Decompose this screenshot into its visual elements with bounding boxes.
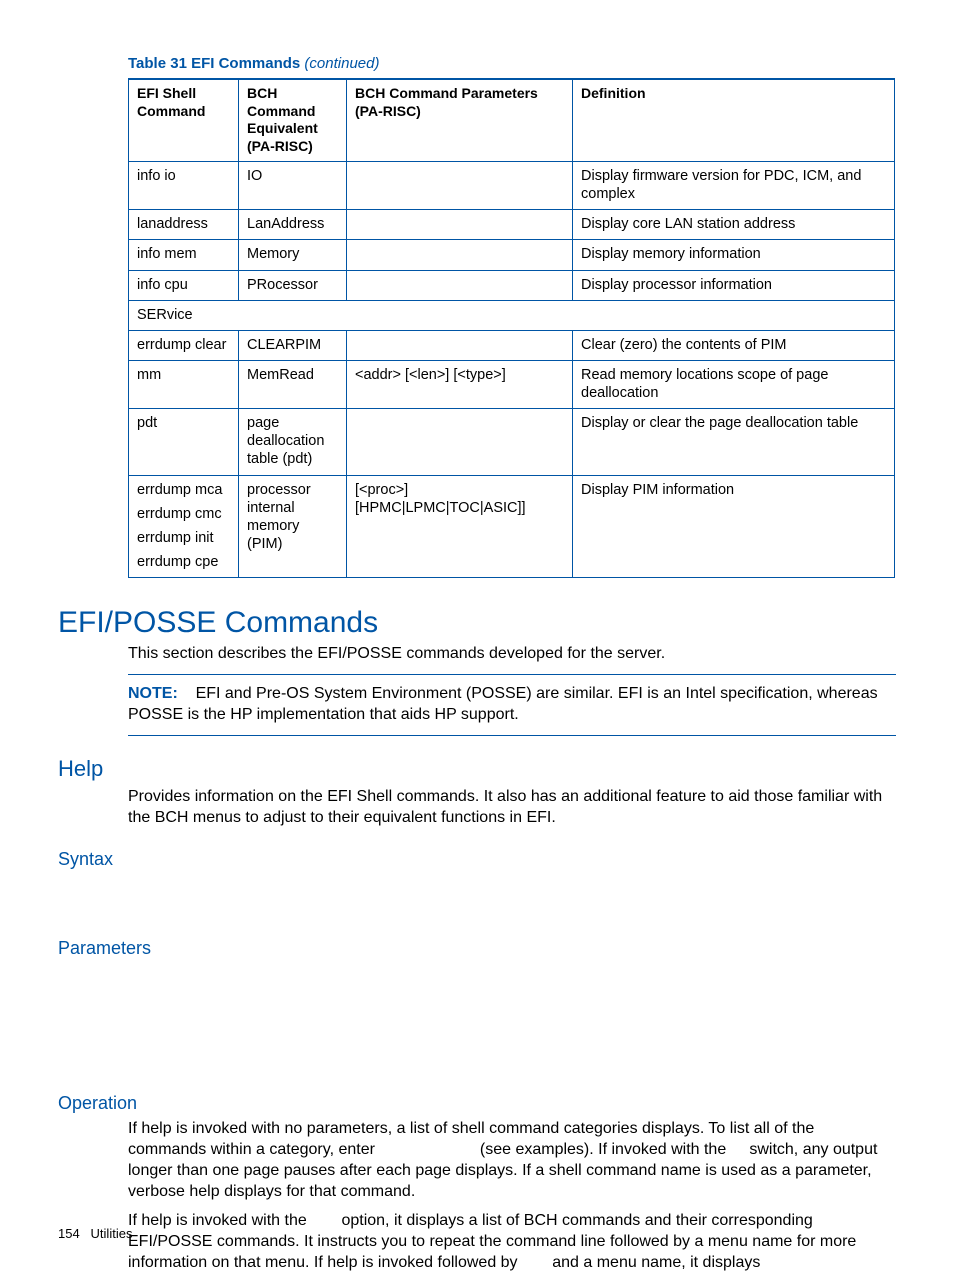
- cell-params: [347, 330, 573, 360]
- cell-def: Display processor information: [573, 270, 895, 300]
- cell-bch: LanAddress: [239, 210, 347, 240]
- cell-def: Display firmware version for PDC, ICM, a…: [573, 162, 895, 210]
- table-row: mm MemRead <addr> [<len>] [<type>] Read …: [129, 360, 895, 408]
- note-text: EFI and Pre-OS System Environment (POSSE…: [128, 685, 878, 723]
- heading-operation: Operation: [58, 1093, 896, 1114]
- efi-line: errdump cmc: [137, 505, 230, 523]
- table-row: info io IO Display firmware version for …: [129, 162, 895, 210]
- table-row: errdump mca errdump cmc errdump init err…: [129, 475, 895, 578]
- table-row: info cpu PRocessor Display processor inf…: [129, 270, 895, 300]
- cell-bch: processor internal memory (PIM): [239, 475, 347, 578]
- page: Table 31 EFI Commands (continued) EFI Sh…: [0, 0, 954, 1271]
- cell-bch: IO: [239, 162, 347, 210]
- heading-efi-posse: EFI/POSSE Commands: [58, 606, 896, 639]
- cell-efi: info cpu: [129, 270, 239, 300]
- cell-bch: PRocessor: [239, 270, 347, 300]
- op-p2-a: If help is invoked with the: [128, 1212, 311, 1229]
- cell-params: [347, 409, 573, 475]
- caption-prefix: Table 31 EFI Commands: [128, 55, 300, 72]
- heading-parameters: Parameters: [58, 938, 896, 959]
- cell-def: Display core LAN station address: [573, 210, 895, 240]
- cell-def: Clear (zero) the contents of PIM: [573, 330, 895, 360]
- cell-params: [347, 210, 573, 240]
- cell-efi: errdump clear: [129, 330, 239, 360]
- table-row: pdt page deallocation table (pdt) Displa…: [129, 409, 895, 475]
- heading-syntax: Syntax: [58, 849, 896, 870]
- efi-line: errdump cpe: [137, 553, 230, 571]
- cell-bch: CLEARPIM: [239, 330, 347, 360]
- heading-help: Help: [58, 756, 896, 782]
- note-block: NOTE: EFI and Pre-OS System Environment …: [128, 674, 896, 736]
- th-def: Definition: [573, 79, 895, 162]
- cell-params: [347, 162, 573, 210]
- cell-efi: info mem: [129, 240, 239, 270]
- th-bch: BCH Command Equivalent (PA-RISC): [239, 79, 347, 162]
- note-label: NOTE:: [128, 685, 178, 702]
- cell-bch: Memory: [239, 240, 347, 270]
- th-param: BCH Command Parameters (PA-RISC): [347, 79, 573, 162]
- footer-label: Utilities: [91, 1226, 133, 1241]
- cell-params: [347, 270, 573, 300]
- cell-def: Display PIM information: [573, 475, 895, 578]
- cell-bch: page deallocation table (pdt): [239, 409, 347, 475]
- table-caption: Table 31 EFI Commands (continued): [128, 55, 896, 72]
- page-number: 154: [58, 1226, 80, 1241]
- cell-bch: MemRead: [239, 360, 347, 408]
- th-efi: EFI Shell Command: [129, 79, 239, 162]
- cell-params: [347, 240, 573, 270]
- operation-p2: If help is invoked with the bch option, …: [128, 1210, 896, 1273]
- efi-line: errdump mca: [137, 481, 230, 499]
- cell-params: <addr> [<len>] [<type>]: [347, 360, 573, 408]
- table-header-row: EFI Shell Command BCH Command Equivalent…: [129, 79, 895, 162]
- cell-span: SERvice: [129, 300, 895, 330]
- table-row: errdump clear CLEARPIM Clear (zero) the …: [129, 330, 895, 360]
- cell-efi: mm: [129, 360, 239, 408]
- cell-def: Read memory locations scope of page deal…: [573, 360, 895, 408]
- table-row-span: SERvice: [129, 300, 895, 330]
- op-p2-c: and a menu name, it displays: [548, 1254, 761, 1271]
- cell-efi: info io: [129, 162, 239, 210]
- table-row: lanaddress LanAddress Display core LAN s…: [129, 210, 895, 240]
- op-p1-b: (see examples). If invoked with the: [475, 1141, 730, 1158]
- operation-p1: If help is invoked with no parameters, a…: [128, 1118, 896, 1202]
- cell-def: Display memory information: [573, 240, 895, 270]
- table-body: info io IO Display firmware version for …: [129, 162, 895, 578]
- efi-line: errdump init: [137, 529, 230, 547]
- efi-commands-table: EFI Shell Command BCH Command Equivalent…: [128, 78, 895, 578]
- cell-params: [<proc>] [HPMC|LPMC|TOC|ASIC]]: [347, 475, 573, 578]
- cell-efi: errdump mca errdump cmc errdump init err…: [129, 475, 239, 578]
- page-footer: 154 Utilities: [58, 1226, 132, 1241]
- efi-posse-intro: This section describes the EFI/POSSE com…: [128, 643, 896, 664]
- cell-efi: pdt: [129, 409, 239, 475]
- cell-def: Display or clear the page deallocation t…: [573, 409, 895, 475]
- cell-efi: lanaddress: [129, 210, 239, 240]
- table-row: info mem Memory Display memory informati…: [129, 240, 895, 270]
- caption-suffix: (continued): [300, 55, 379, 72]
- help-body: Provides information on the EFI Shell co…: [128, 786, 896, 828]
